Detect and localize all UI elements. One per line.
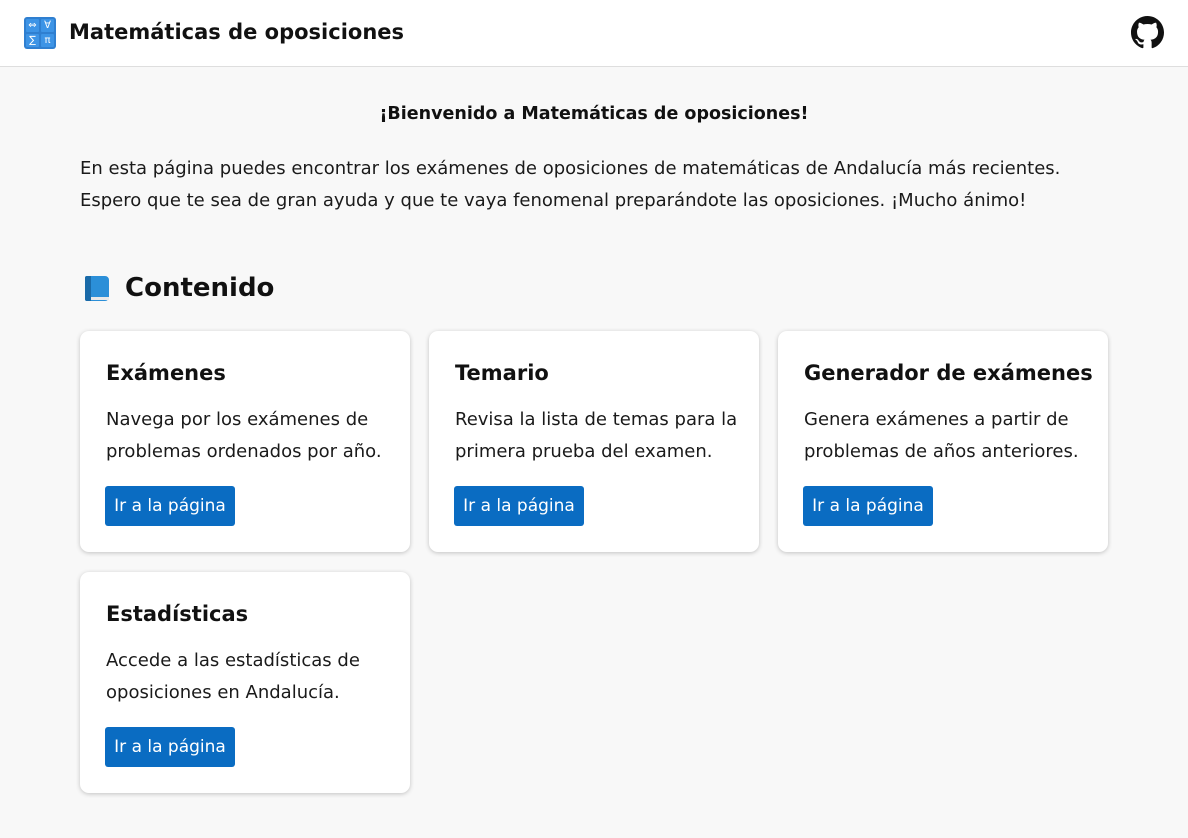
app-logo-icon[interactable]: ⇔ ∀ ∑ π	[24, 17, 56, 49]
go-to-page-button[interactable]: Ir a la página	[454, 486, 584, 526]
card-description: Navega por los exámenes de problemas ord…	[106, 409, 382, 462]
github-icon[interactable]	[1131, 16, 1164, 49]
section-header: Contenido	[83, 270, 274, 306]
app-title[interactable]: Matemáticas de oposiciones	[69, 20, 404, 44]
card-title: Generador de exámenes	[804, 361, 1093, 385]
welcome-heading: ¡Bienvenido a Matemáticas de oposiciones…	[379, 104, 809, 124]
go-to-page-button[interactable]: Ir a la página	[105, 727, 235, 767]
card-generador: Generador de exámenes Genera exámenes a …	[778, 331, 1108, 552]
go-to-page-button[interactable]: Ir a la página	[105, 486, 235, 526]
logo-glyph: π	[41, 34, 54, 47]
card-description: Genera exámenes a partir de problemas de…	[804, 409, 1079, 462]
logo-glyph: ∑	[26, 34, 39, 47]
card-examenes: Exámenes Navega por los exámenes de prob…	[80, 331, 410, 552]
card-title: Exámenes	[106, 361, 226, 385]
card-temario: Temario Revisa la lista de temas para la…	[429, 331, 759, 552]
card-estadisticas: Estadísticas Accede a las estadísticas d…	[80, 572, 410, 793]
card-title: Temario	[455, 361, 549, 385]
section-title: Contenido	[125, 273, 275, 303]
logo-glyph: ∀	[41, 19, 54, 32]
card-title: Estadísticas	[106, 602, 249, 626]
logo-glyph: ⇔	[26, 19, 39, 32]
top-navbar: ⇔ ∀ ∑ π Matemáticas de oposiciones	[0, 0, 1188, 67]
card-description: Accede a las estadísticas de oposiciones…	[106, 650, 360, 703]
go-to-page-button[interactable]: Ir a la página	[803, 486, 933, 526]
blue-book-icon	[83, 274, 111, 302]
card-description: Revisa la lista de temas para la primera…	[455, 409, 738, 462]
intro-paragraph: En esta página puedes encontrar los exám…	[80, 158, 1061, 211]
